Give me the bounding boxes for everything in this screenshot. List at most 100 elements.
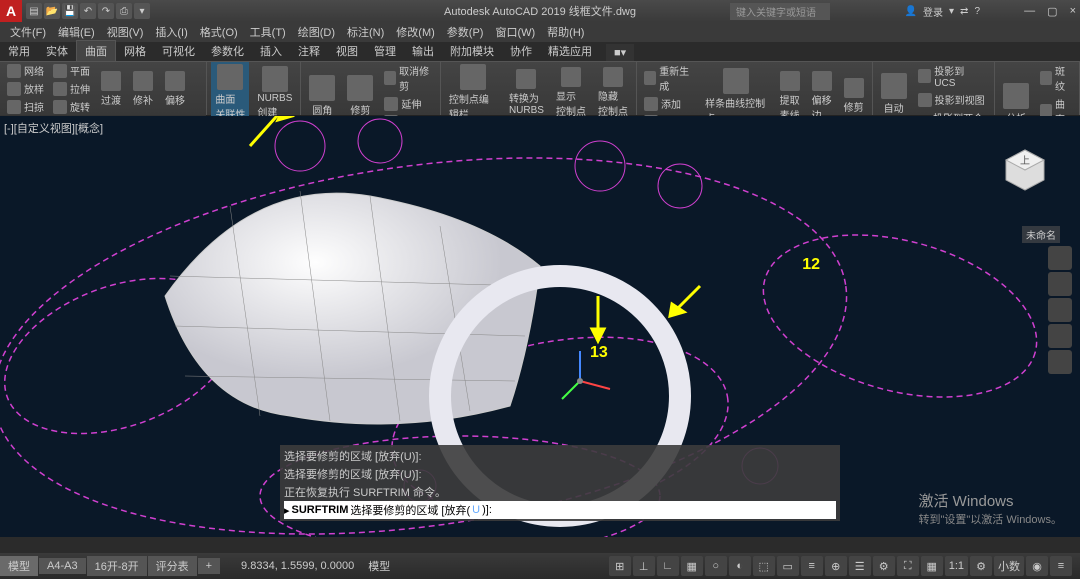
tab-annotate[interactable]: 注释 [290,41,328,61]
status-osnap-icon[interactable]: ○ [705,556,727,576]
menu-draw[interactable]: 绘图(D) [292,24,341,40]
menu-parametric[interactable]: 参数(P) [441,24,490,40]
btn-trim-curve[interactable]: 修剪 [840,76,868,116]
tab-visualize[interactable]: 可视化 [154,41,203,61]
tab-featured[interactable]: 精选应用 [540,41,600,61]
btn-blend[interactable]: 过渡 [97,69,125,109]
qat-save-icon[interactable]: 💾 [62,3,78,19]
tab-insert[interactable]: 插入 [252,41,290,61]
status-lwt-icon[interactable]: ≡ [801,556,823,576]
maximize-button[interactable]: ▢ [1047,5,1057,18]
qat-more-icon[interactable]: ▾ [134,3,150,19]
tab-solid[interactable]: 实体 [38,41,76,61]
nav-showmotion-icon[interactable] [1048,350,1072,374]
tab-parametric[interactable]: 参数化 [203,41,252,61]
status-clean-icon[interactable]: ≡ [1050,556,1072,576]
status-otrack-icon[interactable]: ⬚ [753,556,775,576]
btn-surface-associativity[interactable]: 曲面 关联性 [211,62,249,123]
tab-home[interactable]: 常用 [0,41,38,61]
btn-sweep[interactable]: 扫掠旋转 [4,98,93,115]
layout-tab-a4a3[interactable]: A4-A3 [39,558,86,574]
btn-offset[interactable]: 偏移 [161,69,189,109]
drawing-viewport[interactable]: [-][自定义视图][概念] 12 13 上 未命名 选择要修剪的区域 [放弃(… [0,116,1080,537]
tab-manage[interactable]: 管理 [366,41,404,61]
btn-show-cv[interactable]: 显示 控制点 [552,65,590,120]
btn-rebuild[interactable]: 重新生成 [641,62,697,94]
status-settings-icon[interactable]: ⚙ [970,556,992,576]
status-dyn-icon[interactable]: ▭ [777,556,799,576]
layout-tab-add[interactable]: + [198,558,220,574]
tab-addins[interactable]: 附加模块 [442,41,502,61]
minimize-button[interactable]: — [1024,5,1035,18]
status-3dosnap-icon[interactable]: ◐ [729,556,751,576]
app-logo[interactable]: A [0,0,22,22]
tab-view[interactable]: 视图 [328,41,366,61]
status-gizmo-icon[interactable]: ⚙ [873,556,895,576]
btn-convert-nurbs[interactable]: 转换为 NURBS [505,67,548,118]
btn-fillet[interactable]: 圆角 [305,73,339,119]
btn-trim[interactable]: 修剪 [343,73,377,119]
layout-tab-16k8k[interactable]: 16开-8开 [87,556,147,576]
nav-orbit-icon[interactable] [1048,324,1072,348]
menu-edit[interactable]: 编辑(E) [52,24,101,40]
btn-nurbs-creation[interactable]: NURBS 创建 [253,64,296,121]
btn-network[interactable]: 网络平面 [4,62,93,79]
status-ortho-icon[interactable]: ∟ [657,556,679,576]
menu-format[interactable]: 格式(O) [194,24,244,40]
btn-add[interactable]: 添加 [641,95,697,112]
nav-wheel-icon[interactable] [1048,246,1072,270]
viewcube[interactable]: 上 [1000,146,1050,196]
tab-plugin-box[interactable]: ■▾ [606,44,634,61]
status-grid-icon[interactable]: ⊞ [609,556,631,576]
status-units-label[interactable]: 小数 [994,556,1024,576]
tab-collaborate[interactable]: 协作 [502,41,540,61]
tab-surface[interactable]: 曲面 [76,40,116,61]
search-input[interactable]: 键入关键字或短语 [730,3,830,20]
menu-modify[interactable]: 修改(M) [390,24,441,40]
status-snap-icon[interactable]: ⊥ [633,556,655,576]
btn-cv-editbar[interactable]: 控制点编辑栏 [445,62,501,123]
btn-loft[interactable]: 放样拉伸 [4,80,93,97]
view-unnamed-label[interactable]: 未命名 [1022,226,1060,243]
status-scale-text[interactable]: 1:1 [945,556,968,576]
status-annomon-icon[interactable]: ⛶ [897,556,919,576]
layout-tab-model[interactable]: 模型 [0,556,38,576]
tab-mesh[interactable]: 网格 [116,41,154,61]
user-area[interactable]: 👤 登录 ▾ ⇄ ? [905,4,980,19]
menu-view[interactable]: 视图(V) [101,24,150,40]
btn-hide-cv[interactable]: 隐藏 控制点 [594,65,632,120]
btn-untrim[interactable]: 取消修剪 [381,62,436,94]
command-input[interactable]: ▸ SURFTRIM 选择要修剪的区域 [放弃( U )]: [284,501,836,519]
btn-zebra[interactable]: 斑纹 [1037,62,1075,94]
exchange-icon[interactable]: ⇄ [960,6,968,17]
nav-pan-icon[interactable] [1048,272,1072,296]
menu-dimension[interactable]: 标注(N) [341,24,390,40]
status-workspace-icon[interactable]: ▦ [921,556,943,576]
menu-tools[interactable]: 工具(T) [244,24,292,40]
status-hardware-icon[interactable]: ◉ [1026,556,1048,576]
layout-tab-score[interactable]: 评分表 [148,556,197,576]
btn-proj-view[interactable]: 投影到视图 [915,91,991,108]
btn-extend[interactable]: 延伸 [381,95,436,112]
qat-print-icon[interactable]: ⎙ [116,3,132,19]
qat-open-icon[interactable]: 📂 [44,3,60,19]
menu-window[interactable]: 窗口(W) [489,24,541,40]
btn-proj-ucs[interactable]: 投影到 UCS [915,62,991,90]
help-icon[interactable]: ? [974,6,980,17]
qat-undo-icon[interactable]: ↶ [80,3,96,19]
qat-new-icon[interactable]: ▤ [26,3,42,19]
cmd-keyword-u[interactable]: U [472,504,480,516]
status-cycling-icon[interactable]: ☰ [849,556,871,576]
nav-zoom-icon[interactable] [1048,298,1072,322]
menu-help[interactable]: 帮助(H) [541,24,590,40]
space-mode[interactable]: 模型 [368,558,390,574]
qat-redo-icon[interactable]: ↷ [98,3,114,19]
status-polar-icon[interactable]: ▦ [681,556,703,576]
tab-output[interactable]: 输出 [404,41,442,61]
close-button[interactable]: × [1070,5,1076,18]
menu-file[interactable]: 文件(F) [4,24,52,40]
status-transparency-icon[interactable]: ⊕ [825,556,847,576]
btn-patch[interactable]: 修补 [129,69,157,109]
viewport-label[interactable]: [-][自定义视图][概念] [4,120,103,136]
menu-insert[interactable]: 插入(I) [149,24,193,40]
